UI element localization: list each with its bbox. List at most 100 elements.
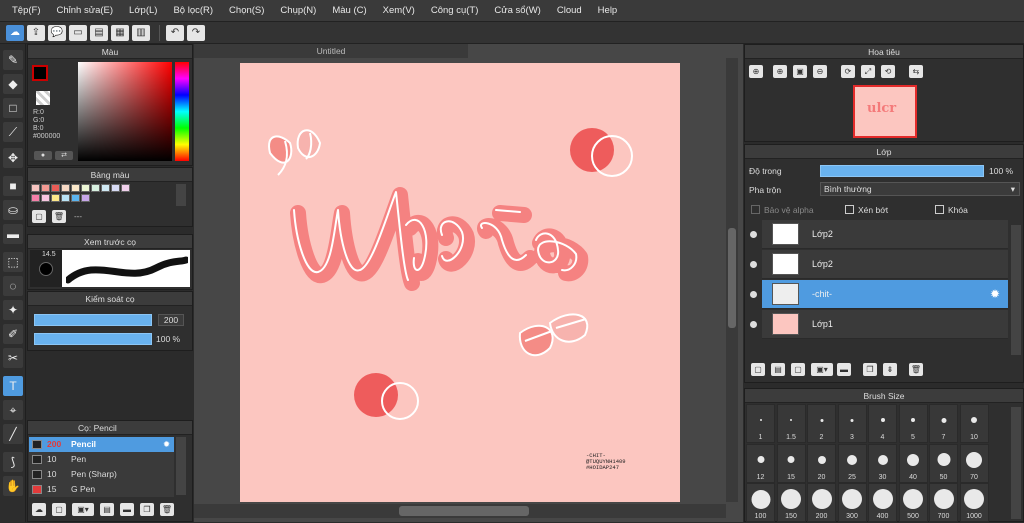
brush-size-cell[interactable]: 5 bbox=[898, 404, 928, 443]
gear-icon[interactable]: ✹ bbox=[163, 437, 170, 452]
palette-swatch[interactable] bbox=[41, 184, 50, 192]
saturation-value-picker[interactable] bbox=[78, 62, 172, 161]
brush-size-cell[interactable]: 1 bbox=[746, 404, 775, 443]
menu-window[interactable]: Cửa sổ(W) bbox=[486, 0, 548, 22]
brush-size-cell[interactable]: 4 bbox=[868, 404, 897, 443]
rotate-icon[interactable]: ⟳ bbox=[841, 65, 855, 78]
eye-icon[interactable] bbox=[750, 321, 757, 328]
eyedropper-tool-icon[interactable]: ⟆ bbox=[3, 452, 23, 472]
brush-size-cell[interactable]: 40 bbox=[898, 443, 928, 483]
menu-file[interactable]: Tệp(F) bbox=[4, 0, 49, 22]
brush-size-cell[interactable]: 3 bbox=[837, 404, 867, 443]
select-eraser-tool-icon[interactable]: ✂ bbox=[3, 348, 23, 368]
menu-edit[interactable]: Chỉnh sửa(E) bbox=[49, 0, 122, 22]
fit-icon[interactable]: ▣ bbox=[793, 65, 807, 78]
text-tool-icon[interactable]: T bbox=[3, 376, 23, 396]
palette-swatch[interactable] bbox=[91, 184, 100, 192]
brush-size-scrollbar[interactable] bbox=[1011, 407, 1021, 519]
brush-size-cell[interactable]: 400 bbox=[868, 483, 897, 522]
divide-tool-icon[interactable]: ╱ bbox=[3, 424, 23, 444]
brush-size-cell[interactable]: 500 bbox=[898, 483, 928, 522]
brush-size-value[interactable]: 200 bbox=[158, 314, 184, 326]
undo-icon[interactable]: ↶ bbox=[166, 24, 184, 41]
panel-icon[interactable]: ▭ bbox=[69, 24, 87, 41]
zoom-out-icon[interactable]: ⊖ bbox=[813, 65, 827, 78]
hand-tool-icon[interactable]: ✋ bbox=[3, 476, 23, 496]
merge-layer-icon[interactable]: ⇟ bbox=[883, 363, 897, 376]
duplicate-layer-icon[interactable]: ❐ bbox=[863, 363, 877, 376]
brush-size-cell[interactable]: 300 bbox=[837, 483, 867, 522]
palette-swatch[interactable] bbox=[51, 194, 60, 202]
palette-swatch[interactable] bbox=[71, 194, 80, 202]
palette-swatch[interactable] bbox=[101, 184, 110, 192]
color-swap-button[interactable]: ⇄ bbox=[55, 151, 73, 160]
canvas-vertical-scrollbar[interactable] bbox=[726, 58, 738, 502]
palette-swatch[interactable] bbox=[121, 184, 130, 192]
brush-folder-icon[interactable]: ▬ bbox=[120, 503, 134, 516]
rotate-reset-icon[interactable]: ⟲ bbox=[881, 65, 895, 78]
brush-size-cell[interactable]: 30 bbox=[868, 443, 897, 483]
zoom-in-2-icon[interactable]: ⊕ bbox=[773, 65, 787, 78]
hue-slider[interactable] bbox=[175, 62, 189, 161]
eye-icon[interactable] bbox=[750, 231, 757, 238]
palette-swatch[interactable] bbox=[61, 184, 70, 192]
brush-list-scrollbar[interactable] bbox=[176, 437, 186, 495]
brush-row[interactable]: 10 Pen bbox=[29, 452, 174, 467]
brush-size-cell[interactable]: 25 bbox=[837, 443, 867, 483]
delete-layer-icon[interactable]: 🗑 bbox=[909, 363, 923, 376]
brush-size-cell[interactable]: 12 bbox=[746, 443, 775, 483]
fill-rect-tool-icon[interactable]: ■ bbox=[3, 176, 23, 196]
brush-size-cell[interactable]: 10 bbox=[959, 404, 989, 443]
palette-add-icon[interactable]: ▢ bbox=[32, 210, 46, 223]
brush-size-cell[interactable]: 15 bbox=[776, 443, 806, 483]
cloud-icon[interactable]: ☁ bbox=[6, 24, 24, 41]
clipping-checkbox[interactable] bbox=[845, 205, 854, 214]
export-icon[interactable]: ⇪ bbox=[27, 24, 45, 41]
redo-icon[interactable]: ↷ bbox=[187, 24, 205, 41]
new-halftone-layer-icon[interactable]: ▤ bbox=[771, 363, 785, 376]
bucket-tool-icon[interactable]: ⛀ bbox=[3, 200, 23, 220]
brush-duplicate-icon[interactable]: ❐ bbox=[140, 503, 154, 516]
palette-swatch[interactable] bbox=[61, 194, 70, 202]
brush-size-cell[interactable]: 100 bbox=[746, 483, 775, 522]
layer-add-dropdown-icon[interactable]: ▣▾ bbox=[811, 363, 833, 376]
brush-size-cell[interactable]: 150 bbox=[776, 483, 806, 522]
menu-tools[interactable]: Công cụ(T) bbox=[423, 0, 487, 22]
eye-icon[interactable] bbox=[750, 261, 757, 268]
menu-color[interactable]: Màu (C) bbox=[324, 0, 374, 22]
menu-select[interactable]: Chọn(S) bbox=[221, 0, 272, 22]
transparent-color-swatch[interactable] bbox=[36, 91, 50, 105]
gear-icon[interactable]: ✹ bbox=[990, 287, 1000, 301]
layer-opacity-slider[interactable] bbox=[820, 165, 984, 177]
move-tool-icon[interactable]: ✥ bbox=[3, 148, 23, 168]
brush-size-cell[interactable]: 700 bbox=[929, 483, 958, 522]
palette-swatch[interactable] bbox=[31, 194, 40, 202]
brush-size-cell[interactable]: 1.5 bbox=[776, 404, 806, 443]
brush-size-cell[interactable]: 200 bbox=[807, 483, 836, 522]
comment-icon[interactable]: 💬 bbox=[48, 24, 66, 41]
layer-row-selected[interactable]: -chit- ✹ bbox=[750, 280, 1008, 309]
horizontal-scroll-thumb[interactable] bbox=[399, 506, 529, 516]
blend-mode-dropdown[interactable]: Bình thường ▾ bbox=[820, 182, 1020, 196]
color-mode-button[interactable]: ● bbox=[34, 151, 52, 160]
lasso-tool-icon[interactable]: ◌ bbox=[3, 276, 23, 296]
layer-scrollbar[interactable] bbox=[1011, 225, 1021, 355]
select-rect-tool-icon[interactable]: ⬚ bbox=[3, 252, 23, 272]
document-canvas[interactable]: -CHIT- @TUQUYNH1409 #HOIDAP247 bbox=[240, 63, 680, 502]
brush-size-cell[interactable]: 7 bbox=[929, 404, 958, 443]
brush-size-cell[interactable]: 50 bbox=[929, 443, 958, 483]
palette-swatch[interactable] bbox=[81, 194, 90, 202]
brush-new-icon[interactable]: ▢ bbox=[52, 503, 66, 516]
palette-swatch[interactable] bbox=[111, 184, 120, 192]
brush-delete-icon[interactable]: 🗑 bbox=[160, 503, 174, 516]
brush-row[interactable]: 200 Pencil ✹ bbox=[29, 437, 174, 452]
new-layer-2-icon[interactable]: ▢ bbox=[791, 363, 805, 376]
folder-icon[interactable]: ▬ bbox=[837, 363, 851, 376]
palette-swatch[interactable] bbox=[81, 184, 90, 192]
gradient-tool-icon[interactable]: ▬ bbox=[3, 224, 23, 244]
brush-size-cell[interactable]: 2 bbox=[807, 404, 836, 443]
canvas-horizontal-scrollbar[interactable] bbox=[194, 504, 726, 518]
palette-swatch[interactable] bbox=[51, 184, 60, 192]
reset-icon[interactable]: ⤢ bbox=[861, 65, 875, 78]
brush-row[interactable]: 15 G Pen bbox=[29, 482, 174, 497]
